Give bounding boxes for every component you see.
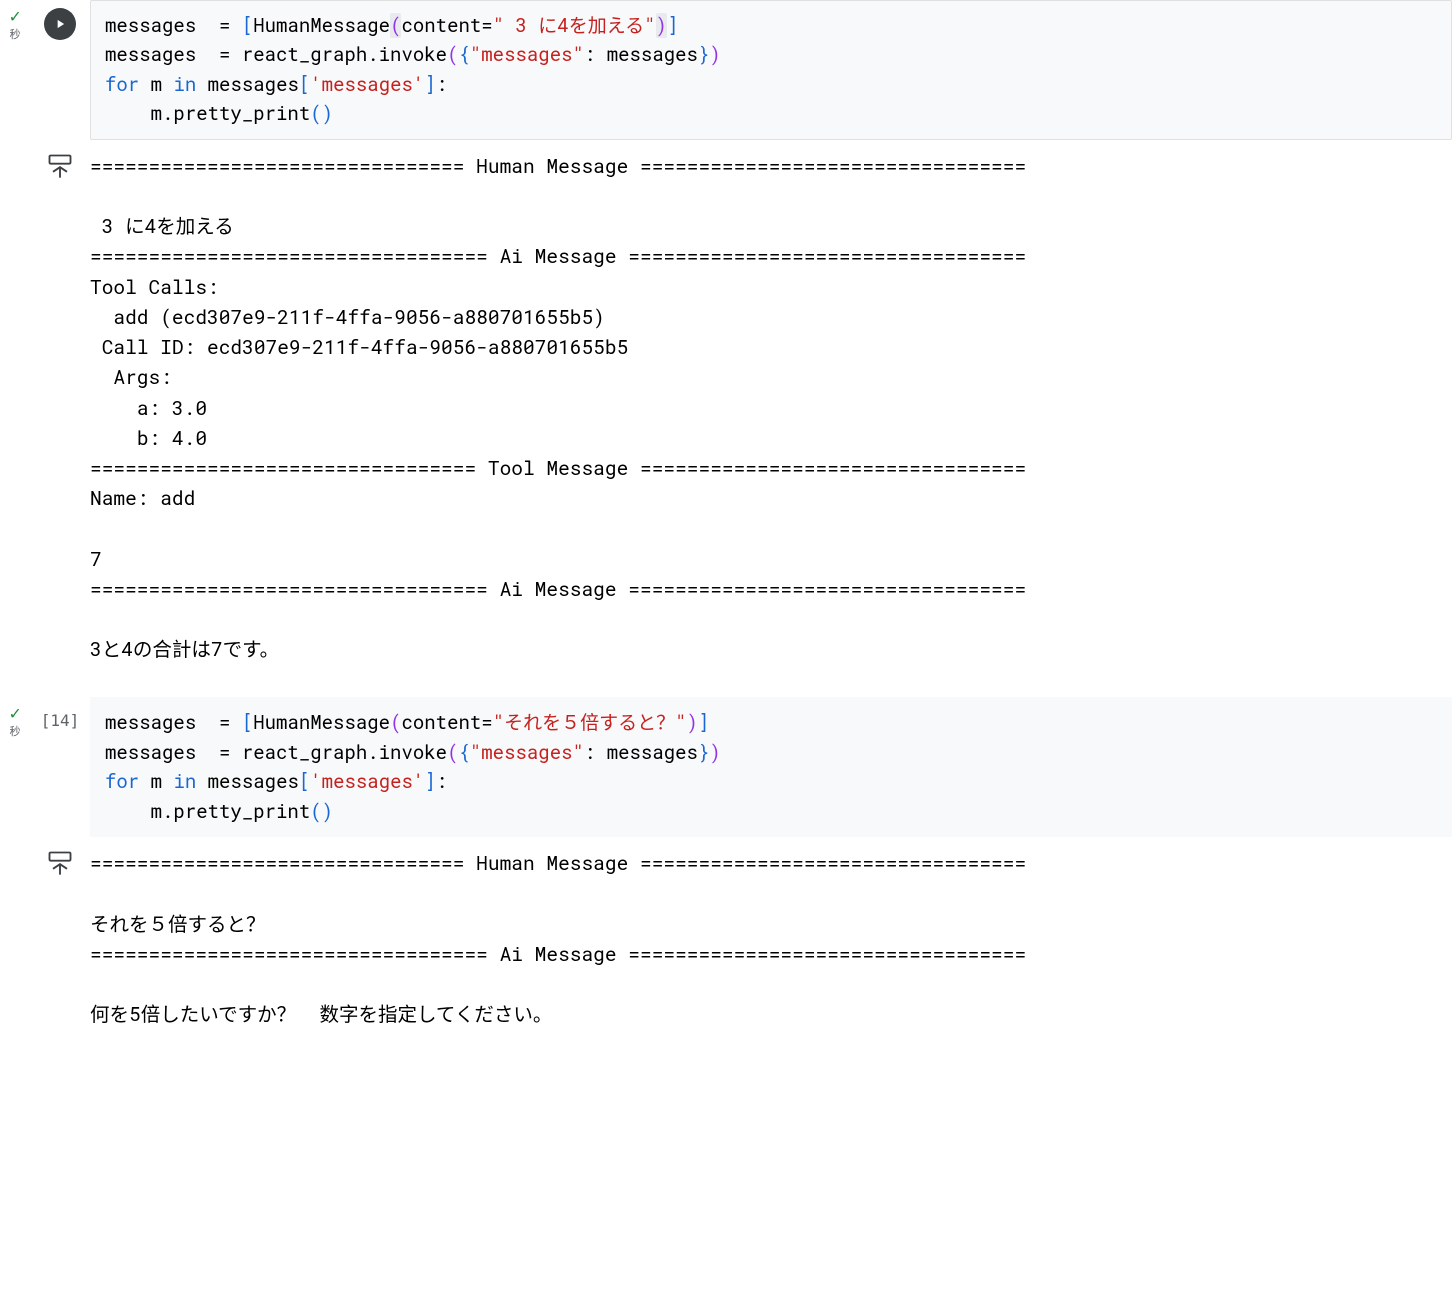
- cell-output-row: ================================ Human M…: [0, 845, 1452, 1042]
- cell-gutter: ✓秒[14]: [0, 697, 90, 739]
- cell-output: ================================ Human M…: [90, 148, 1452, 678]
- status-check-icon: ✓: [10, 6, 21, 24]
- cell-output: ================================ Human M…: [90, 845, 1452, 1042]
- output-collapse-icon[interactable]: [46, 152, 74, 185]
- status-seconds-label: 秒: [10, 723, 21, 739]
- output-gutter: [0, 148, 90, 185]
- code-editor[interactable]: messages = [HumanMessage(content=" 3 に4を…: [90, 0, 1452, 140]
- run-cell-button[interactable]: [44, 8, 76, 40]
- cell-exec-area: [30, 6, 90, 42]
- cell-output-row: ================================ Human M…: [0, 148, 1452, 678]
- notebook-cell: ✓秒messages = [HumanMessage(content=" 3 に…: [0, 0, 1452, 677]
- cell-exec-area: [14]: [30, 703, 90, 739]
- cell-status: ✓秒: [0, 703, 30, 739]
- cell-status: ✓秒: [0, 6, 30, 42]
- code-editor[interactable]: messages = [HumanMessage(content="それを５倍す…: [90, 697, 1452, 837]
- cell-input-row: ✓秒[14]messages = [HumanMessage(content="…: [0, 697, 1452, 837]
- status-seconds-label: 秒: [10, 26, 21, 42]
- cell-gutter: ✓秒: [0, 0, 90, 42]
- cell-input-row: ✓秒messages = [HumanMessage(content=" 3 に…: [0, 0, 1452, 140]
- status-check-icon: ✓: [10, 703, 21, 721]
- notebook-cell: ✓秒[14]messages = [HumanMessage(content="…: [0, 697, 1452, 1042]
- output-gutter: [0, 845, 90, 882]
- execution-count[interactable]: [14]: [41, 705, 80, 730]
- output-collapse-icon[interactable]: [46, 849, 74, 882]
